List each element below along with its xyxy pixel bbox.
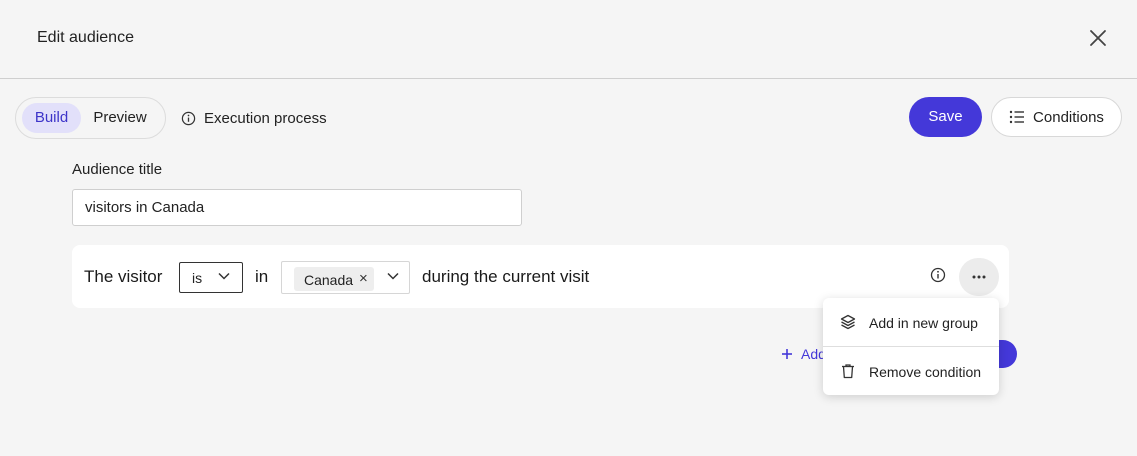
condition-subject: The visitor <box>84 267 163 286</box>
menu-item-add-in-new-group[interactable]: Add in new group <box>823 298 999 346</box>
conditions-button[interactable]: Conditions <box>991 97 1122 137</box>
save-button[interactable]: Save <box>909 97 982 137</box>
execution-process-label: Execution process <box>204 109 327 127</box>
chevron-down-icon <box>218 272 230 280</box>
value-chip: Canada × <box>294 267 374 291</box>
condition-connector: in <box>255 267 269 286</box>
mode-toggle: Build Preview <box>15 97 166 139</box>
value-select[interactable]: Canada × <box>281 261 410 294</box>
menu-item-label: Remove condition <box>869 364 982 380</box>
condition-suffix: during the current visit <box>422 267 590 286</box>
add-condition-link[interactable]: Add <box>781 346 826 362</box>
dialog-title: Edit audience <box>37 29 134 46</box>
conditions-label: Conditions <box>1033 108 1104 126</box>
layers-icon <box>840 314 856 330</box>
trash-icon <box>842 364 854 379</box>
menu-item-label: Add in new group <box>869 315 978 331</box>
more-options-button[interactable] <box>959 258 999 296</box>
ellipsis-icon <box>972 275 986 279</box>
list-icon <box>1009 110 1025 124</box>
info-icon[interactable] <box>930 267 946 283</box>
audience-title-input[interactable] <box>72 189 522 226</box>
audience-title-label: Audience title <box>72 161 163 178</box>
plus-icon <box>782 349 792 359</box>
menu-item-remove-condition[interactable]: Remove condition <box>823 347 999 395</box>
dialog-header: Edit audience <box>0 0 1137 79</box>
condition-options-menu: Add in new group Remove condition <box>823 298 999 395</box>
build-tab[interactable]: Build <box>22 103 81 133</box>
operator-select[interactable]: is <box>179 262 243 293</box>
preview-tab[interactable]: Preview <box>86 103 154 133</box>
info-icon <box>181 111 196 125</box>
chevron-down-icon <box>387 272 399 280</box>
close-icon[interactable] <box>1086 26 1110 50</box>
value-chip-label: Canada <box>304 272 354 288</box>
execution-process-link[interactable]: Execution process <box>181 108 327 128</box>
chip-remove-icon[interactable]: × <box>359 270 368 287</box>
operator-value: is <box>192 270 203 286</box>
